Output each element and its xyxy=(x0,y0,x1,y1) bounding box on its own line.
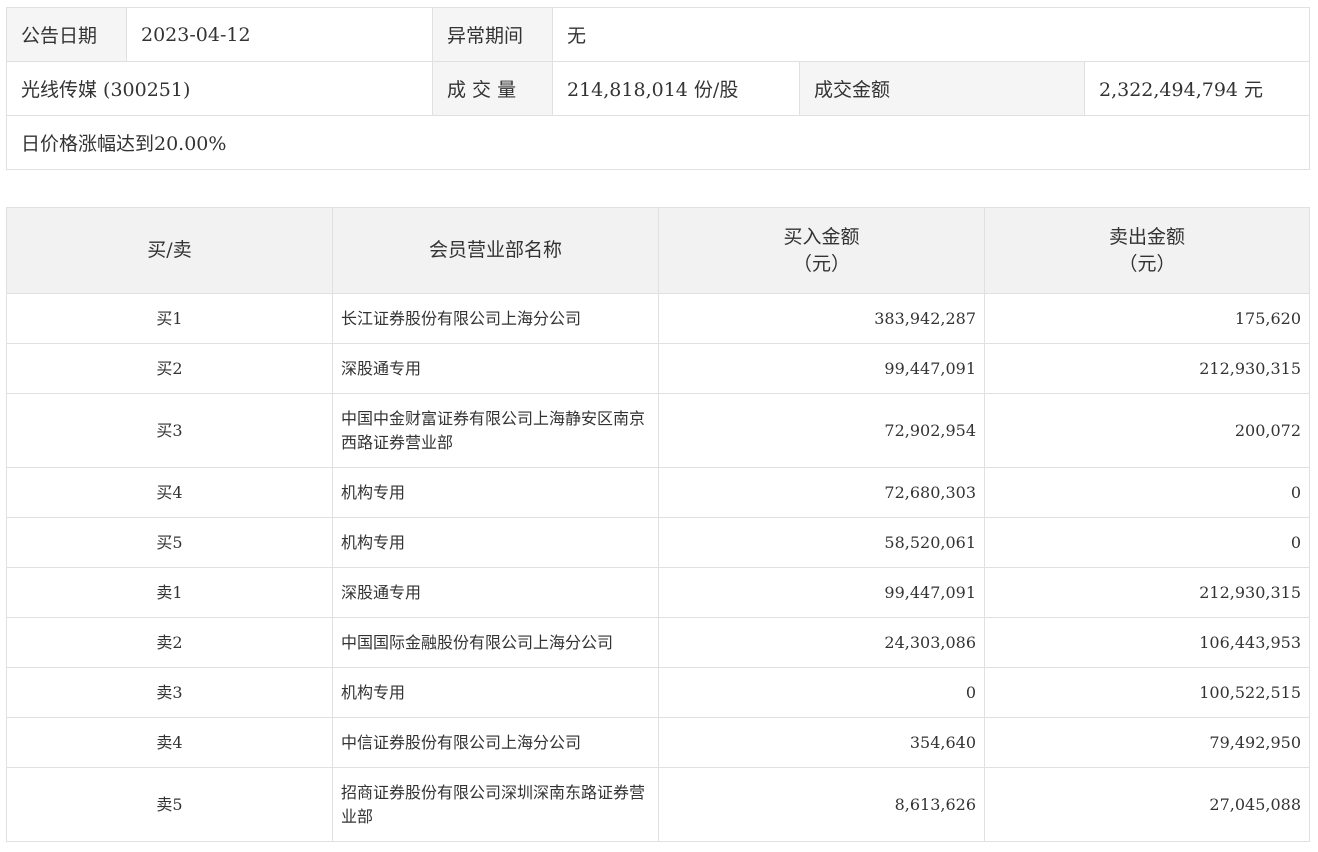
side-cell: 卖2 xyxy=(6,617,333,668)
table-row: 卖1 深股通专用 99,447,091 212,930,315 xyxy=(6,567,1310,618)
table-row: 买1 长江证券股份有限公司上海分公司 383,942,287 175,620 xyxy=(6,293,1310,344)
sell-amount-cell: 175,620 xyxy=(984,293,1310,344)
table-row: 卖4 中信证券股份有限公司上海分公司 354,640 79,492,950 xyxy=(6,717,1310,768)
table-row: 卖5 招商证券股份有限公司深圳深南东路证券营业部 8,613,626 27,04… xyxy=(6,767,1310,842)
anomaly-period-value: 无 xyxy=(551,7,1311,62)
side-cell: 买5 xyxy=(6,517,333,568)
header-sell-label: 卖出金额 xyxy=(1108,225,1185,248)
buy-amount-cell: 72,680,303 xyxy=(658,467,985,518)
header-member-name: 会员营业部名称 xyxy=(332,207,659,294)
announcement-info-table: 公告日期 2023-04-12 异常期间 无 光线传媒 (300251) 成 交… xyxy=(5,7,1311,170)
buy-amount-cell: 0 xyxy=(658,667,985,718)
member-name-cell: 招商证券股份有限公司深圳深南东路证券营业部 xyxy=(332,767,659,842)
side-cell: 卖4 xyxy=(6,717,333,768)
table-row: 买2 深股通专用 99,447,091 212,930,315 xyxy=(6,343,1310,394)
table-row: 卖3 机构专用 0 100,522,515 xyxy=(6,667,1310,718)
sell-amount-cell: 212,930,315 xyxy=(984,343,1310,394)
sell-amount-cell: 0 xyxy=(984,467,1310,518)
table-header-row: 买/卖 会员营业部名称 买入金额 （元） 卖出金额 （元） xyxy=(6,207,1310,294)
volume-value: 214,818,014 份/股 xyxy=(552,61,800,116)
header-side: 买/卖 xyxy=(6,207,333,294)
sell-amount-cell: 200,072 xyxy=(984,393,1310,468)
side-cell: 卖5 xyxy=(6,767,333,842)
header-buy-amount: 买入金额 （元） xyxy=(658,207,985,294)
buy-amount-cell: 8,613,626 xyxy=(658,767,985,842)
side-cell: 买3 xyxy=(6,393,333,468)
info-row-stock: 光线传媒 (300251) 成 交 量 214,818,014 份/股 成交金额… xyxy=(6,61,1311,116)
sell-amount-cell: 212,930,315 xyxy=(984,567,1310,618)
table-row: 买3 中国中金财富证券有限公司上海静安区南京西路证券营业部 72,902,954… xyxy=(6,393,1310,468)
header-buy-unit: （元） xyxy=(792,252,850,275)
buy-amount-cell: 383,942,287 xyxy=(658,293,985,344)
amount-label: 成交金额 xyxy=(799,61,1085,116)
table-row: 卖2 中国国际金融股份有限公司上海分公司 24,303,086 106,443,… xyxy=(6,617,1310,668)
volume-label: 成 交 量 xyxy=(432,61,553,116)
buy-amount-cell: 99,447,091 xyxy=(658,567,985,618)
member-name-cell: 深股通专用 xyxy=(332,567,659,618)
sell-amount-cell: 27,045,088 xyxy=(984,767,1310,842)
side-cell: 卖1 xyxy=(6,567,333,618)
member-name-cell: 深股通专用 xyxy=(332,343,659,394)
table-row: 买5 机构专用 58,520,061 0 xyxy=(6,517,1310,568)
table-row: 买4 机构专用 72,680,303 0 xyxy=(6,467,1310,518)
buy-amount-cell: 24,303,086 xyxy=(658,617,985,668)
sell-amount-cell: 100,522,515 xyxy=(984,667,1310,718)
header-sell-amount: 卖出金额 （元） xyxy=(984,207,1310,294)
side-cell: 买1 xyxy=(6,293,333,344)
stock-name: 光线传媒 (300251) xyxy=(6,61,433,116)
date-value: 2023-04-12 xyxy=(126,7,433,62)
side-cell: 卖3 xyxy=(6,667,333,718)
sell-amount-cell: 106,443,953 xyxy=(984,617,1310,668)
member-name-cell: 中信证券股份有限公司上海分公司 xyxy=(332,717,659,768)
side-cell: 买4 xyxy=(6,467,333,518)
member-name-cell: 机构专用 xyxy=(332,667,659,718)
member-name-cell: 中国国际金融股份有限公司上海分公司 xyxy=(332,617,659,668)
info-row-reason: 日价格涨幅达到20.00% xyxy=(5,115,1311,170)
sell-amount-cell: 79,492,950 xyxy=(984,717,1310,768)
date-label: 公告日期 xyxy=(6,7,127,62)
header-buy-label: 买入金额 xyxy=(783,225,860,248)
anomaly-period-label: 异常期间 xyxy=(432,7,553,62)
buy-amount-cell: 72,902,954 xyxy=(658,393,985,468)
buy-amount-cell: 354,640 xyxy=(658,717,985,768)
sell-amount-cell: 0 xyxy=(984,517,1310,568)
member-name-cell: 长江证券股份有限公司上海分公司 xyxy=(332,293,659,344)
trading-seats-table: 买/卖 会员营业部名称 买入金额 （元） 卖出金额 （元） 买1 长江证券股份有… xyxy=(6,207,1310,842)
info-row-date: 公告日期 2023-04-12 异常期间 无 xyxy=(6,7,1311,62)
member-name-cell: 机构专用 xyxy=(332,517,659,568)
member-name-cell: 中国中金财富证券有限公司上海静安区南京西路证券营业部 xyxy=(332,393,659,468)
buy-amount-cell: 99,447,091 xyxy=(658,343,985,394)
amount-value: 2,322,494,794 元 xyxy=(1083,61,1311,116)
listing-reason: 日价格涨幅达到20.00% xyxy=(5,115,1311,170)
buy-amount-cell: 58,520,061 xyxy=(658,517,985,568)
member-name-cell: 机构专用 xyxy=(332,467,659,518)
side-cell: 买2 xyxy=(6,343,333,394)
header-sell-unit: （元） xyxy=(1118,252,1176,275)
